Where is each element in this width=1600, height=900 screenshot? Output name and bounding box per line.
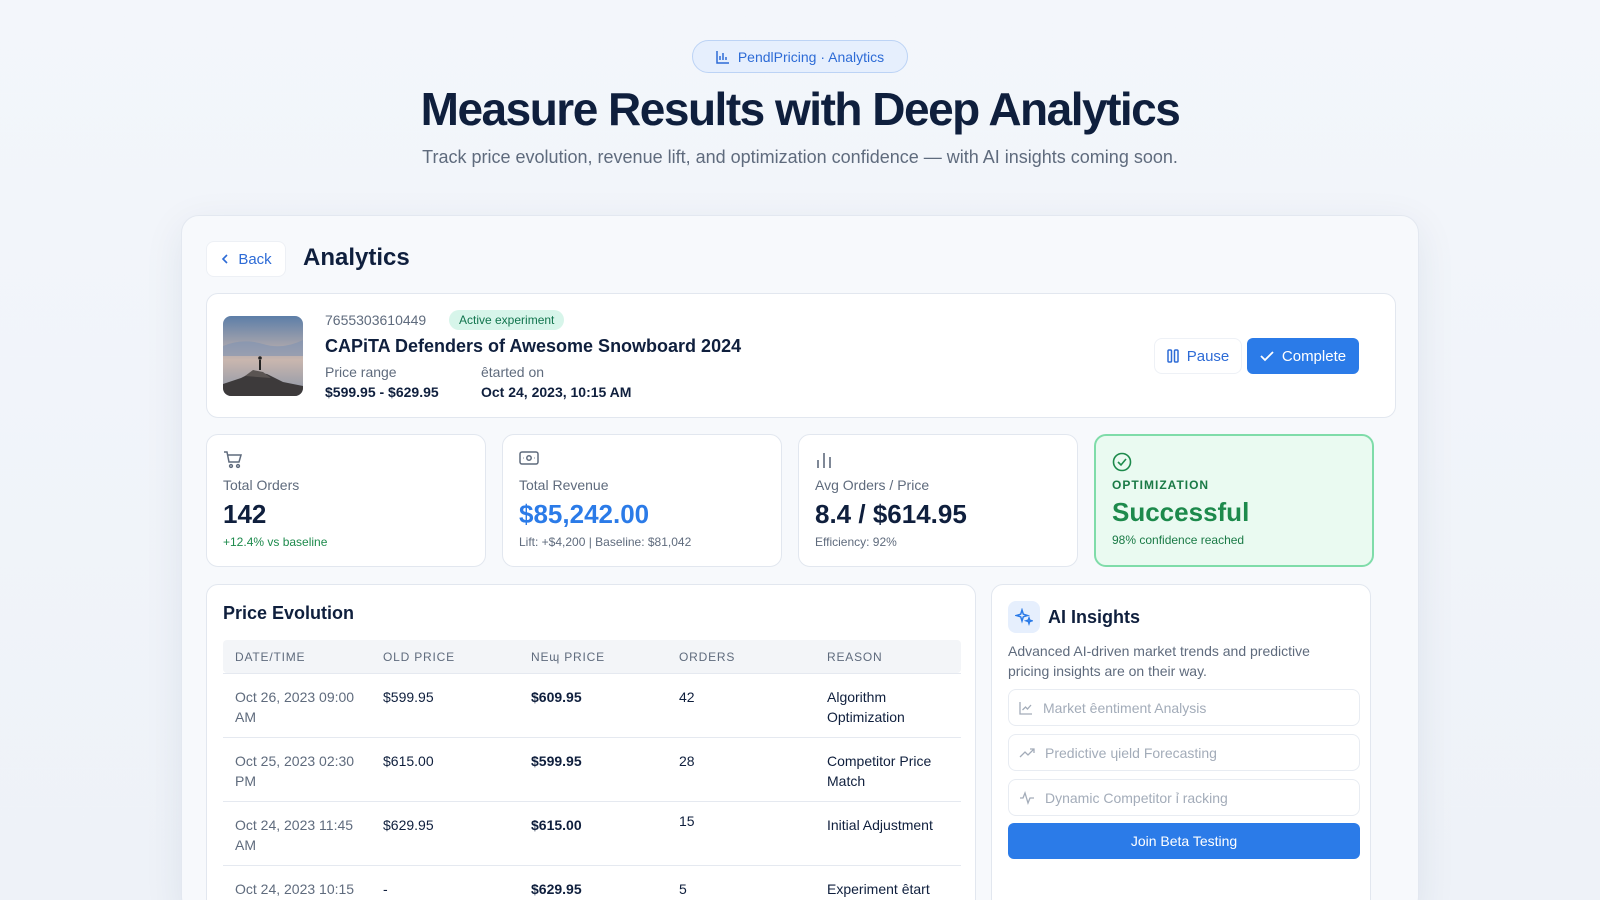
row-reason: Algorithm Optimization: [827, 689, 905, 725]
row-orders: 15: [679, 813, 695, 829]
analytics-panel: Back Analytics 7655303610449 Active expe…: [181, 215, 1419, 900]
price-evolution-table: DATE/TIME OLD PRICE NEɰ PRICE ORDERS REA…: [223, 640, 961, 900]
row-date: Oct 25, 2023 02:30 PM: [235, 753, 355, 789]
orders-sub: +12.4% vs baseline: [223, 535, 328, 549]
total-revenue-card: Total Revenue $85,242.00 Lift: +$4,200 |…: [502, 434, 782, 567]
product-id: 7655303610449: [325, 312, 427, 328]
banknote-icon: [519, 451, 539, 465]
total-orders-card: Total Orders 142 +12.4% vs baseline: [206, 434, 486, 567]
row-orders: 28: [679, 753, 695, 769]
chevron-left-icon: [222, 254, 228, 264]
activity-icon: [1020, 790, 1034, 805]
col-orders: ORDERS: [679, 649, 736, 664]
pause-button[interactable]: Pause: [1154, 338, 1242, 374]
trending-up-icon: [1019, 747, 1035, 757]
ai-insights-card: AI Insights Advanced AI-driven market tr…: [991, 584, 1371, 900]
price-range-label: Price range: [325, 364, 397, 380]
complete-label: Complete: [1281, 347, 1347, 365]
bar-chart-icon: [716, 50, 729, 64]
evolution-title: Price Evolution: [223, 603, 355, 623]
optimization-card: OPTIMIZATION Successful 98% confidence r…: [1094, 434, 1374, 567]
row-new-price: $609.95: [531, 689, 582, 705]
row-old-price: $629.95: [383, 817, 434, 833]
optimization-value: Successful: [1112, 497, 1250, 527]
col-old-price: OLD PRICE: [383, 649, 455, 664]
complete-button[interactable]: Complete: [1247, 338, 1359, 374]
row-old-price: -: [383, 881, 388, 897]
revenue-label: Total Revenue: [519, 477, 609, 493]
col-new-price: NEɰ PRICE: [531, 649, 605, 664]
ai-description: Advanced AI-driven market trends and pre…: [1008, 643, 1310, 679]
started-label: ȇtarted on: [481, 364, 545, 380]
back-label: Back: [238, 250, 272, 268]
table-row: Oct 25, 2023 02:30 PM $615.00 $599.95 28…: [223, 737, 961, 801]
row-new-price: $629.95: [531, 881, 582, 897]
feature-label: Market ȇentiment Analysis: [1043, 699, 1207, 716]
sparkles-icon: [1008, 601, 1040, 633]
check-icon: [1260, 351, 1274, 362]
product-image: [223, 316, 303, 396]
bar-chart-icon: [817, 453, 831, 468]
optimization-label: OPTIMIZATION: [1112, 478, 1210, 492]
feature-yield-forecasting: Predictive ɥield Forecasting: [1008, 734, 1360, 771]
hero-title: Measure Results with Deep Analytics: [420, 83, 1181, 135]
avg-value: 8.4 / $614.95: [815, 499, 967, 529]
row-reason: Initial Adjustment: [827, 817, 933, 833]
price-range-value: $599.95 - $629.95: [325, 384, 439, 400]
table-header: DATE/TIME OLD PRICE NEɰ PRICE ORDERS REA…: [223, 640, 961, 673]
row-old-price: $599.95: [383, 689, 434, 705]
status-badge: Active experiment: [449, 310, 565, 330]
hero-subtitle: Track price evolution, revenue lift, and…: [422, 147, 1178, 167]
row-date: Oct 24, 2023 11:45 AM: [235, 817, 354, 853]
price-evolution-card: Price Evolution DATE/TIME OLD PRICE NEɰ …: [206, 584, 976, 900]
avg-sub: Efficiency: 92%: [815, 535, 897, 549]
check-circle-icon: [1112, 452, 1132, 472]
feature-label: Predictive ɥield Forecasting: [1045, 744, 1217, 761]
feature-market-sentiment: Market ȇentiment Analysis: [1008, 689, 1360, 726]
started-value: Oct 24, 2023, 10:15 AM: [481, 384, 632, 400]
cart-icon: [224, 451, 242, 469]
row-new-price: $599.95: [531, 753, 582, 769]
pill-label: PendlPricing · Analytics: [737, 48, 885, 65]
join-beta-button[interactable]: Join Beta Testing: [1008, 823, 1360, 859]
avg-label: Avg Orders / Price: [815, 477, 930, 493]
row-orders: 5: [679, 881, 687, 897]
product-name: CAPiTA Defenders of Awesome Snowboard 20…: [325, 336, 742, 356]
row-reason: Competitor Price Match: [827, 753, 932, 789]
col-reason: REASON: [827, 649, 883, 664]
orders-value: 142: [223, 499, 267, 529]
row-orders: 42: [679, 689, 695, 705]
line-chart-icon: [1019, 701, 1032, 715]
row-reason: Experiment ȇtart: [827, 881, 930, 897]
table-row: Oct 24, 2023 10:15 - $629.95 5 Experimen…: [223, 865, 961, 900]
row-old-price: $615.00: [383, 753, 434, 769]
feature-competitor-tracking: Dynamic Competitor ỉ racking: [1008, 779, 1360, 816]
optimization-sub: 98% confidence reached: [1112, 533, 1245, 547]
product-pill: PendlPricing · Analytics: [692, 40, 908, 73]
col-datetime: DATE/TIME: [235, 649, 306, 664]
table-row: Oct 24, 2023 11:45 AM $629.95 $615.00 15…: [223, 801, 961, 865]
revenue-value: $85,242.00: [519, 499, 650, 529]
avg-orders-card: Avg Orders / Price 8.4 / $614.95 Efficie…: [798, 434, 1078, 567]
row-date: Oct 24, 2023 10:15: [235, 881, 355, 897]
pause-icon: [1166, 349, 1179, 363]
pause-label: Pause: [1186, 347, 1230, 365]
table-row: Oct 26, 2023 09:00 AM $599.95 $609.95 42…: [223, 673, 961, 737]
row-new-price: $615.00: [531, 817, 582, 833]
revenue-sub: Lift: +$4,200 | Baseline: $81,042: [519, 535, 692, 549]
row-date: Oct 26, 2023 09:00 AM: [235, 689, 355, 725]
orders-label: Total Orders: [223, 477, 300, 493]
product-card: 7655303610449 Active experiment CAPiTA D…: [206, 293, 1396, 418]
ai-title: AI Insights: [1048, 607, 1141, 627]
back-button[interactable]: Back: [206, 241, 286, 277]
feature-label: Dynamic Competitor ỉ racking: [1045, 789, 1228, 806]
page-title: Analytics: [303, 244, 410, 271]
